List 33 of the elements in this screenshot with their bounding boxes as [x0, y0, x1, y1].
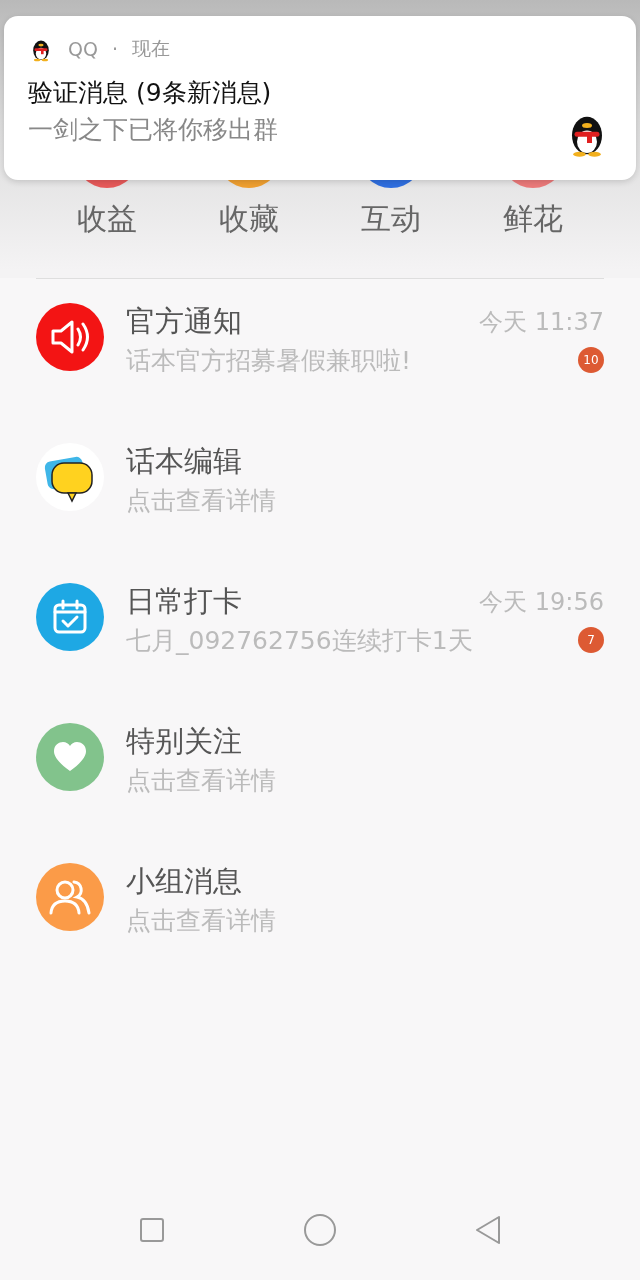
message-title: 小组消息: [126, 863, 242, 900]
category-label[interactable]: 互动: [361, 202, 421, 236]
notification-body: 一剑之下已将你移出群: [28, 114, 279, 146]
message-title: 官方通知: [126, 303, 242, 340]
message-preview: 点击查看详情: [126, 764, 276, 797]
app-name: QQ: [68, 38, 98, 60]
notification-title: 验证消息 (9条新消息): [28, 77, 273, 109]
heart-icon: [52, 741, 88, 773]
message-row[interactable]: 特别关注 点击查看详情: [0, 699, 640, 839]
category-label[interactable]: 收藏: [219, 202, 279, 236]
penguin-icon: [33, 40, 49, 62]
notification-card[interactable]: QQ · 现在 验证消息 (9条新消息) 一剑之下已将你移出群: [4, 16, 636, 180]
message-row[interactable]: 话本编辑 点击查看详情: [0, 419, 640, 559]
separator-dot: ·: [111, 38, 118, 60]
message-preview: 七月_092762756连续打卡1天: [126, 624, 473, 657]
message-title: 日常打卡: [126, 583, 242, 620]
home-button[interactable]: [302, 1212, 338, 1248]
category-label[interactable]: 收益: [77, 202, 137, 236]
message-preview: 话本官方招募暑假兼职啦!: [126, 344, 412, 377]
unread-count: 10: [578, 347, 604, 373]
unread-count: 7: [578, 627, 604, 653]
message-time: 今天 11:37: [479, 307, 604, 338]
message-title: 话本编辑: [126, 443, 242, 480]
message-title: 特别关注: [126, 723, 242, 760]
category-label[interactable]: 鲜花: [503, 202, 563, 236]
message-row[interactable]: 官方通知 今天 11:37 话本官方招募暑假兼职啦! 10: [0, 279, 640, 419]
notification-time: 现在: [131, 36, 170, 61]
message-row[interactable]: 小组消息 点击查看详情: [0, 839, 640, 979]
message-row[interactable]: 日常打卡 今天 19:56 七月_092762756连续打卡1天 7: [0, 559, 640, 699]
message-preview: 点击查看详情: [126, 904, 276, 937]
message-time: 今天 19:56: [479, 587, 604, 618]
message-preview: 点击查看详情: [126, 484, 276, 517]
penguin-icon: [572, 116, 602, 157]
